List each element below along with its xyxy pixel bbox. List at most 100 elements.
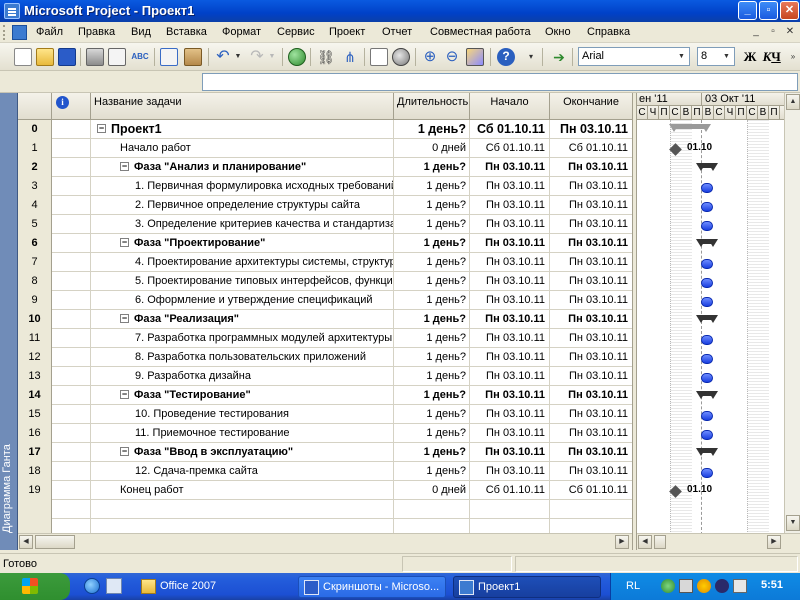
finish-cell[interactable]: Пн 03.10.11 bbox=[550, 215, 632, 234]
finish-cell[interactable]: Пн 03.10.11 bbox=[550, 367, 632, 386]
security-icon[interactable] bbox=[679, 579, 693, 593]
row-id[interactable]: 1 bbox=[18, 139, 52, 158]
paste-icon[interactable] bbox=[184, 48, 202, 66]
row-id[interactable]: 8 bbox=[18, 272, 52, 291]
font-select[interactable]: Arial ▼ bbox=[578, 47, 690, 66]
collapse-toggle[interactable]: − bbox=[120, 446, 129, 456]
duration-cell[interactable]: 1 день? bbox=[394, 291, 470, 310]
scroll-left-button[interactable]: ◀ bbox=[19, 535, 33, 549]
duration-cell[interactable] bbox=[394, 500, 470, 519]
table-row[interactable]: 12 8. Разработка пользовательских приложе… bbox=[18, 348, 632, 367]
task-bar[interactable] bbox=[701, 182, 713, 193]
finish-cell[interactable]: Пн 03.10.11 bbox=[550, 234, 632, 253]
underline-button[interactable]: Ч bbox=[769, 47, 783, 67]
document-icon[interactable] bbox=[12, 25, 27, 40]
doc-close-button[interactable]: ✕ bbox=[783, 25, 797, 39]
print-preview-icon[interactable] bbox=[108, 48, 126, 66]
menu-help[interactable]: Справка bbox=[587, 26, 630, 38]
title-bar[interactable]: Microsoft Project - Проект1 _ ▫ ✕ bbox=[0, 0, 800, 22]
summary-task-bar[interactable] bbox=[696, 238, 718, 247]
task-name-cell[interactable]: − Фаза "Ввод в эксплуатацию" bbox=[91, 443, 394, 462]
column-header-start[interactable]: Начало bbox=[470, 93, 550, 120]
finish-cell[interactable]: Сб 01.10.11 bbox=[550, 481, 632, 500]
start-cell[interactable]: Пн 03.10.11 bbox=[470, 329, 550, 348]
finish-cell[interactable]: Пн 03.10.11 bbox=[550, 272, 632, 291]
network-icon[interactable] bbox=[661, 579, 675, 593]
help-icon[interactable]: ? bbox=[497, 48, 515, 66]
task-name-cell[interactable]: 8. Разработка пользовательских приложени… bbox=[91, 348, 394, 367]
start-cell[interactable]: Пн 03.10.11 bbox=[470, 215, 550, 234]
zoom-out-icon[interactable]: ⊖ bbox=[442, 47, 462, 67]
finish-cell[interactable] bbox=[550, 500, 632, 519]
task-name-cell[interactable]: 1. Первичная формулировка исходных требо… bbox=[91, 177, 394, 196]
duration-cell[interactable]: 0 дней bbox=[394, 139, 470, 158]
row-indicators[interactable] bbox=[52, 310, 91, 329]
task-name-cell[interactable]: 9. Разработка дизайна bbox=[91, 367, 394, 386]
row-indicators[interactable] bbox=[52, 291, 91, 310]
collapse-toggle[interactable]: − bbox=[120, 161, 129, 171]
finish-cell[interactable]: Пн 03.10.11 bbox=[550, 386, 632, 405]
row-id[interactable]: 15 bbox=[18, 405, 52, 424]
column-header-name[interactable]: Название задачи bbox=[91, 93, 394, 120]
duration-cell[interactable]: 1 день? bbox=[394, 253, 470, 272]
language-indicator[interactable]: RL bbox=[626, 580, 640, 592]
start-cell[interactable]: Пн 03.10.11 bbox=[470, 386, 550, 405]
taskbar-item-office[interactable]: Office 2007 bbox=[136, 576, 291, 598]
row-id[interactable]: 12 bbox=[18, 348, 52, 367]
row-id[interactable]: 9 bbox=[18, 291, 52, 310]
scroll-to-task-icon[interactable] bbox=[466, 48, 484, 66]
summary-task-bar[interactable] bbox=[696, 314, 718, 323]
copy-icon[interactable] bbox=[160, 48, 178, 66]
menu-project[interactable]: Проект bbox=[329, 26, 365, 38]
finish-cell[interactable]: Пн 03.10.11 bbox=[550, 310, 632, 329]
start-cell[interactable]: Пн 03.10.11 bbox=[470, 367, 550, 386]
link-icon[interactable]: ⛓ bbox=[316, 47, 336, 67]
column-header-indicators[interactable]: i bbox=[52, 93, 91, 120]
start-cell[interactable]: Пн 03.10.11 bbox=[470, 272, 550, 291]
chevron-down-icon[interactable]: ▼ bbox=[675, 49, 688, 64]
menu-grip[interactable] bbox=[3, 25, 7, 40]
duration-cell[interactable]: 1 день? bbox=[394, 443, 470, 462]
zoom-in-icon[interactable]: ⊕ bbox=[420, 47, 440, 67]
row-id[interactable]: 2 bbox=[18, 158, 52, 177]
task-name-cell[interactable]: − Проект1 bbox=[91, 120, 394, 139]
duration-cell[interactable]: 0 дней bbox=[394, 481, 470, 500]
row-indicators[interactable] bbox=[52, 329, 91, 348]
tray-app-icon[interactable] bbox=[715, 579, 729, 593]
finish-cell[interactable]: Пн 03.10.11 bbox=[550, 424, 632, 443]
task-bar[interactable] bbox=[701, 258, 713, 269]
finish-cell[interactable]: Пн 03.10.11 bbox=[550, 443, 632, 462]
start-cell[interactable]: Пн 03.10.11 bbox=[470, 462, 550, 481]
menu-window[interactable]: Окно bbox=[545, 26, 571, 38]
table-row[interactable]: 17− Фаза "Ввод в эксплуатацию" 1 день? Пн 0… bbox=[18, 443, 632, 462]
row-id[interactable]: 4 bbox=[18, 196, 52, 215]
task-name-cell[interactable]: Конец работ bbox=[91, 481, 394, 500]
table-row[interactable]: 18 12. Сдача-премка сайта 1 день? Пн 03.10.… bbox=[18, 462, 632, 481]
row-indicators[interactable] bbox=[52, 158, 91, 177]
duration-cell[interactable]: 1 день? bbox=[394, 462, 470, 481]
finish-cell[interactable]: Пн 03.10.11 bbox=[550, 158, 632, 177]
row-id[interactable]: 10 bbox=[18, 310, 52, 329]
finish-cell[interactable]: Пн 03.10.11 bbox=[550, 462, 632, 481]
row-id[interactable] bbox=[18, 500, 52, 519]
task-name-cell[interactable] bbox=[91, 500, 394, 519]
duration-cell[interactable]: 1 день? bbox=[394, 424, 470, 443]
show-desktop-icon[interactable] bbox=[106, 578, 122, 594]
row-id[interactable]: 16 bbox=[18, 424, 52, 443]
scroll-thumb[interactable] bbox=[35, 535, 75, 549]
menu-tools[interactable]: Сервис bbox=[277, 26, 315, 38]
row-id[interactable]: 7 bbox=[18, 253, 52, 272]
summary-task-bar[interactable] bbox=[696, 390, 718, 399]
task-name-cell[interactable]: 5. Проектирование типовых интерфейсов, ф… bbox=[91, 272, 394, 291]
go-to-task-icon[interactable]: ➔ bbox=[550, 47, 568, 67]
duration-cell[interactable]: 1 день? bbox=[394, 215, 470, 234]
start-cell[interactable]: Пн 03.10.11 bbox=[470, 177, 550, 196]
table-row[interactable]: 4 2. Первичное определение структуры сайт… bbox=[18, 196, 632, 215]
start-cell[interactable]: Пн 03.10.11 bbox=[470, 158, 550, 177]
start-cell[interactable]: Пн 03.10.11 bbox=[470, 310, 550, 329]
row-indicators[interactable] bbox=[52, 500, 91, 519]
duration-cell[interactable]: 1 день? bbox=[394, 405, 470, 424]
maximize-button[interactable]: ▫ bbox=[759, 1, 778, 20]
scroll-thumb[interactable] bbox=[654, 535, 666, 549]
entry-input[interactable] bbox=[202, 73, 798, 91]
